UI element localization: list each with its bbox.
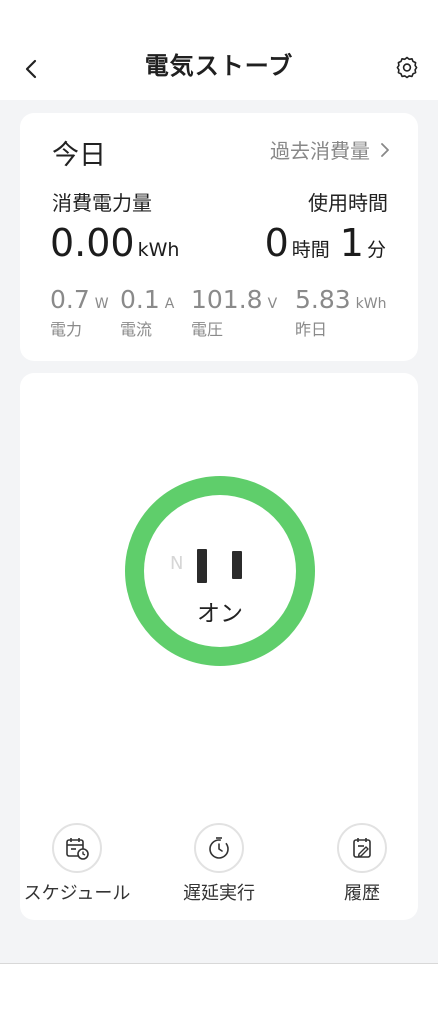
consumption-value: 0.00 kWh bbox=[50, 221, 179, 265]
consumption-unit: kWh bbox=[137, 239, 180, 261]
metric-voltage: 101.8 V 電圧 bbox=[191, 285, 277, 340]
socket-pin-right bbox=[232, 551, 242, 579]
control-card: N オン スケジュール 遅延実行 履歴 bbox=[20, 373, 418, 920]
metric-yesterday: 5.83 kWh 昨日 bbox=[295, 285, 387, 340]
metric-value: 0.1 bbox=[120, 285, 160, 314]
metric-value: 101.8 bbox=[191, 285, 263, 314]
gear-icon bbox=[396, 56, 418, 79]
consumption-label: 消費電力量 bbox=[52, 191, 152, 215]
socket-face: N オン bbox=[144, 495, 296, 647]
bottom-bar bbox=[0, 964, 438, 1024]
usetime-minutes-unit: 分 bbox=[366, 239, 386, 261]
settings-button[interactable] bbox=[390, 50, 424, 84]
history-link-label: 過去消費量 bbox=[270, 139, 370, 163]
usetime-label: 使用時間 bbox=[308, 191, 388, 215]
socket-pin-left bbox=[197, 549, 207, 583]
usetime-value: 0 時間 1 分 bbox=[265, 221, 386, 265]
metric-label: 電流 bbox=[120, 320, 153, 339]
history-label: 履歴 bbox=[344, 883, 380, 904]
metric-label: 電力 bbox=[50, 320, 83, 339]
calendar-clock-icon bbox=[66, 838, 89, 860]
metric-label: 電圧 bbox=[191, 320, 224, 339]
usetime-hours-unit: 時間 bbox=[291, 239, 330, 261]
delay-timer-label: 遅延実行 bbox=[183, 883, 255, 904]
schedule-icon-circle bbox=[52, 823, 102, 873]
timer-icon-circle bbox=[194, 823, 244, 873]
consumption-number: 0.00 bbox=[50, 221, 135, 265]
delay-timer-button[interactable]: 遅延実行 bbox=[154, 823, 284, 905]
history-icon-circle bbox=[337, 823, 387, 873]
power-toggle-button[interactable]: N オン bbox=[125, 476, 315, 666]
history-button[interactable]: 履歴 bbox=[297, 823, 427, 905]
timer-icon bbox=[209, 837, 229, 859]
schedule-label: スケジュール bbox=[23, 883, 131, 904]
history-consumption-link[interactable]: 過去消費量 bbox=[270, 135, 390, 164]
metric-value: 5.83 bbox=[295, 285, 351, 314]
today-label: 今日 bbox=[52, 140, 106, 171]
metric-power: 0.7 W 電力 bbox=[50, 285, 109, 340]
metric-value: 0.7 bbox=[50, 285, 90, 314]
metric-current: 0.1 A 電流 bbox=[120, 285, 174, 340]
page-title: 電気ストーブ bbox=[144, 52, 294, 80]
schedule-button[interactable]: スケジュール bbox=[12, 823, 142, 905]
metric-label: 昨日 bbox=[295, 320, 328, 339]
socket-neutral-label: N bbox=[170, 553, 184, 574]
power-state-label: オン bbox=[197, 601, 243, 627]
usetime-hours: 0 bbox=[264, 221, 289, 265]
top-bar: 電気ストーブ bbox=[0, 0, 438, 100]
metric-unit: W bbox=[94, 296, 109, 312]
energy-card: 今日 過去消費量 消費電力量 使用時間 0.00 kWh 0 時間 1 分 0.… bbox=[20, 113, 418, 361]
metric-unit: A bbox=[164, 296, 175, 312]
metric-unit: kWh bbox=[355, 296, 387, 312]
usetime-minutes: 1 bbox=[339, 221, 364, 265]
history-log-icon bbox=[353, 838, 371, 858]
metric-unit: V bbox=[267, 296, 278, 312]
chevron-right-icon bbox=[381, 142, 389, 157]
